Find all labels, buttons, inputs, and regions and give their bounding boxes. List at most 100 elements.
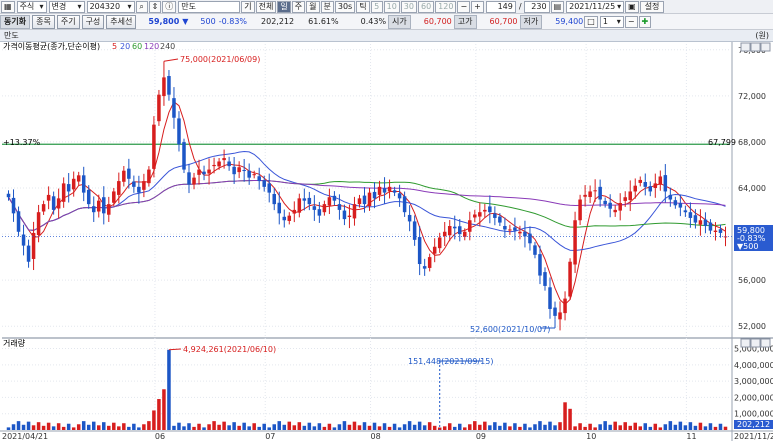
month-period-button[interactable]: 월 <box>306 0 320 13</box>
volume-bar <box>197 423 201 430</box>
volume-bar <box>548 421 552 430</box>
grid-icon[interactable]: ▣ <box>625 0 639 13</box>
candle-body <box>628 191 632 200</box>
gi-button[interactable]: 기 <box>241 0 255 13</box>
info-icon[interactable]: ⓘ <box>162 0 177 13</box>
chart-type-icon[interactable]: ▦ <box>1 0 15 13</box>
tab-layout[interactable]: 구성 <box>81 14 105 29</box>
display-count-input[interactable]: 149 <box>485 0 516 13</box>
volume-panel-close-icon[interactable] <box>760 338 771 348</box>
tick-period-button[interactable]: 틱 <box>356 0 370 13</box>
minute-period-button[interactable]: 분 <box>320 0 334 13</box>
open-label: 시가 <box>388 14 411 29</box>
minus-icon[interactable]: − <box>457 0 471 13</box>
stock-name-value: 만도 <box>181 1 196 11</box>
candle-body <box>287 215 292 221</box>
all-button[interactable]: 전체 <box>255 0 277 13</box>
candle-body <box>598 186 602 200</box>
date-tick-label: 06 <box>155 432 165 441</box>
candlestick-chart[interactable]: 76,00072,00068,00064,00060,00056,00052,0… <box>0 42 773 441</box>
volume-bar <box>91 421 96 430</box>
volume-bar <box>663 424 668 430</box>
market-select[interactable]: 주식 ▾ <box>16 0 47 13</box>
remove-icon[interactable]: − <box>624 15 638 28</box>
candle-body <box>703 219 708 227</box>
volume-bar <box>402 424 407 430</box>
week-period-button[interactable]: 주 <box>291 0 306 13</box>
30s-period-button[interactable]: 30s <box>334 0 356 13</box>
candle-body <box>543 272 547 286</box>
tab-trendline[interactable]: 추세선 <box>106 14 137 29</box>
day-period-button[interactable]: 일 <box>277 0 291 13</box>
tab-sync[interactable]: 동기화 <box>0 14 31 29</box>
candle-body <box>387 186 392 192</box>
volume-bar <box>332 427 337 430</box>
mode-select[interactable]: 변경 ▾ <box>48 0 85 13</box>
volume-bar <box>217 424 221 430</box>
candle-body <box>658 176 663 185</box>
volume-bar <box>76 424 81 430</box>
candle-body <box>668 194 673 200</box>
volume-bar <box>317 423 322 430</box>
volume-bar <box>147 421 151 430</box>
price-legend-label: 가격이동평균(종가,단순이평) <box>3 42 100 51</box>
high-annotation: 75,000(2021/06/09) <box>180 55 260 64</box>
volume-bar <box>342 421 347 430</box>
volume-panel-restore-icon[interactable] <box>740 338 751 348</box>
interval-5-button[interactable]: 5 <box>370 0 383 13</box>
candle-body <box>382 188 387 193</box>
panel-restore-icon[interactable] <box>740 42 751 52</box>
date-input[interactable]: 2021/11/25 ▾ <box>566 0 625 13</box>
plus-icon[interactable]: + <box>471 0 484 13</box>
price-panel-controls <box>740 42 771 52</box>
panel-close-icon[interactable] <box>760 42 771 52</box>
settings-button[interactable]: 설정 <box>639 0 665 13</box>
stock-code-input[interactable]: 204320 ▾ <box>86 0 135 13</box>
candle-body <box>708 222 713 231</box>
spin-input[interactable]: 1 ▾ <box>599 15 624 28</box>
interval-10-button[interactable]: 10 <box>383 0 400 13</box>
calendar-icon[interactable]: ▤ <box>550 0 565 13</box>
panel-maximize-icon[interactable] <box>750 42 761 52</box>
volume-bar <box>488 425 492 430</box>
volume-legend-label: 거래량 <box>3 338 26 348</box>
volume-bar <box>503 422 507 430</box>
chevron-down-icon: ▾ <box>127 1 132 11</box>
interval-120-button[interactable]: 120 <box>435 0 457 13</box>
volume-bar <box>628 425 632 430</box>
add-icon[interactable]: ✚ <box>638 15 652 28</box>
candle-body <box>277 202 282 214</box>
mode-select-value: 변경 <box>51 1 67 11</box>
volume-bar <box>277 421 282 430</box>
square-icon[interactable]: □ <box>584 15 598 28</box>
volume-bar <box>518 426 522 430</box>
volume-bar <box>568 408 572 430</box>
candle-body <box>31 232 36 259</box>
volume-bar <box>593 427 597 430</box>
volume-bar <box>327 423 332 430</box>
current-price: 59,800 <box>148 17 180 26</box>
spin-arrows-icon[interactable]: ⇕ <box>148 0 162 13</box>
volume-bar <box>678 421 683 430</box>
volume-bar <box>262 423 266 430</box>
ma-240-legend: 240 <box>160 42 175 51</box>
volume-bar <box>668 421 673 430</box>
volume-bar <box>26 421 31 430</box>
candle-body <box>192 177 196 185</box>
volume-bar <box>157 399 161 430</box>
search-icon[interactable]: ⌕ <box>135 0 148 13</box>
candle-body <box>468 220 472 232</box>
volume-panel-maximize-icon[interactable] <box>750 338 761 348</box>
tab-stock[interactable]: 종목 <box>32 14 55 29</box>
tab-period[interactable]: 주기 <box>56 14 80 29</box>
candle-body <box>332 195 337 201</box>
candle-body <box>397 193 402 199</box>
candle-body <box>112 191 116 203</box>
interval-60-button[interactable]: 60 <box>417 0 435 13</box>
interval-30-button[interactable]: 30 <box>400 0 417 13</box>
ma-60-legend: 60 <box>132 42 142 51</box>
candle-body <box>157 94 161 122</box>
candle-body <box>718 229 723 233</box>
volume-bar <box>212 421 216 430</box>
candle-body <box>447 226 452 236</box>
